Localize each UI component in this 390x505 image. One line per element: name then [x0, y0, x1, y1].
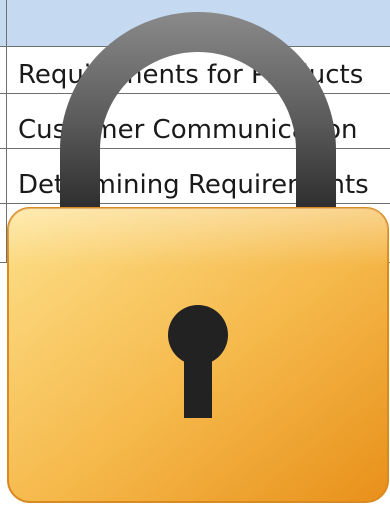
padlock-icon [7, 12, 389, 503]
padlock-shackle [60, 12, 336, 212]
screenshot-stage: Requirements for Products Customer Commu… [0, 0, 390, 505]
